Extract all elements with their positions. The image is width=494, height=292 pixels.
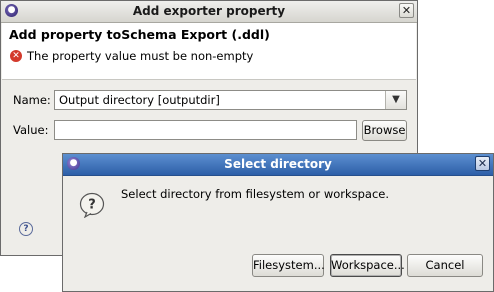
name-combo-value: Output directory [outputdir] (59, 93, 220, 107)
select-directory-message: Select directory from filesystem or work… (121, 187, 390, 201)
select-directory-title: Select directory (224, 157, 332, 171)
dialog-header: Add property toSchema Export (.ddl) ✕ Th… (2, 23, 416, 80)
error-message: The property value must be non-empty (27, 49, 254, 63)
chevron-down-icon[interactable]: ▼ (385, 91, 406, 109)
main-close-button[interactable]: ✕ (399, 3, 414, 18)
error-icon: ✕ (10, 50, 22, 62)
value-input[interactable] (54, 120, 357, 140)
svg-text:?: ? (88, 198, 96, 213)
cancel-button[interactable]: Cancel (407, 254, 483, 277)
select-directory-dialog: ● Select directory ✕ ? Select directory … (62, 153, 494, 292)
main-titlebar[interactable]: ● Add exporter property ✕ (1, 1, 417, 23)
select-directory-titlebar[interactable]: ● Select directory ✕ (63, 154, 493, 176)
header-title: Add property toSchema Export (.ddl) (9, 27, 270, 42)
select-directory-close-button[interactable]: ✕ (475, 156, 490, 171)
name-label: Name: (13, 93, 51, 107)
help-icon[interactable]: ? (19, 222, 33, 236)
browse-button[interactable]: Browse (362, 120, 407, 141)
question-icon: ? (79, 192, 105, 218)
workspace-button[interactable]: Workspace... (330, 254, 405, 277)
filesystem-button[interactable]: Filesystem... (252, 254, 325, 277)
value-label: Value: (13, 123, 49, 137)
main-dialog-title: Add exporter property (132, 4, 286, 18)
name-combo[interactable]: Output directory [outputdir] ▼ (54, 90, 407, 110)
